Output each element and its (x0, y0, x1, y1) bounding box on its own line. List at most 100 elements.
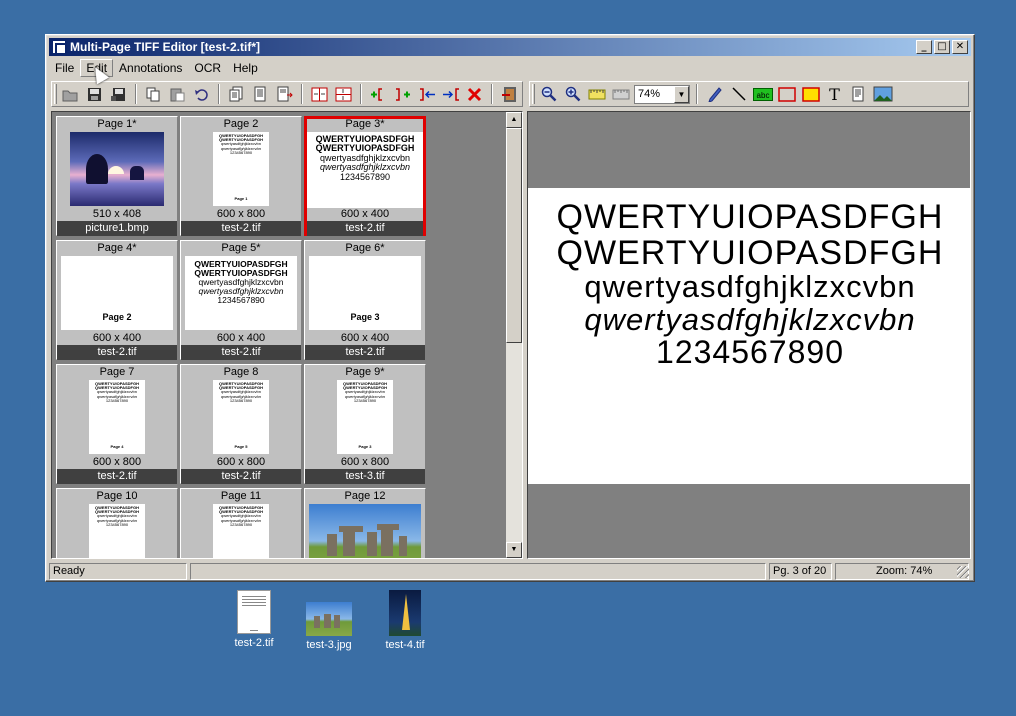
line-icon[interactable] (728, 84, 749, 105)
thumbnail-page-11[interactable]: Page 11 QWERTYUIOPASDFGH QWERTYUIOPASDFG… (180, 488, 302, 558)
thumbnail-page-6[interactable]: Page 6* Page 3 600 x 400 test-2.tif (304, 240, 426, 360)
thumbnail-dimensions: 600 x 800 (216, 456, 266, 468)
menu-help[interactable]: Help (227, 59, 264, 77)
page-text-line: qwertyasdfghjklzxcvbn (584, 269, 916, 305)
resize-grip[interactable] (957, 566, 969, 578)
thumbnail-filename: test-2.tif (181, 469, 301, 484)
desktop-icon-test-4[interactable]: test-4.tif (365, 590, 445, 651)
save-icon[interactable] (84, 84, 105, 105)
status-page: Pg. 3 of 20 (769, 563, 832, 580)
fit-width-icon[interactable] (610, 84, 631, 105)
thumbnail-page-12[interactable]: Page 12 (304, 488, 426, 558)
desktop-icon-label: test-2.tif (234, 637, 274, 649)
actual-size-icon[interactable] (586, 84, 607, 105)
status-bar: Ready Pg. 3 of 20 Zoom: 74% (49, 563, 971, 580)
filled-rectangle-icon[interactable] (800, 84, 821, 105)
text-box-icon[interactable]: abc (752, 84, 773, 105)
pen-icon[interactable] (704, 84, 725, 105)
exit-icon[interactable] (499, 84, 520, 105)
close-button[interactable]: ✕ (952, 40, 968, 54)
zoom-in-icon[interactable] (562, 84, 583, 105)
thumbnail-page-label: Page 1* (97, 118, 137, 130)
thumbnail-scrollbar[interactable]: ▲ ▼ (506, 112, 522, 558)
maximize-button[interactable]: □ (934, 40, 950, 54)
undo-icon[interactable] (191, 84, 212, 105)
page-text-line: QWERTYUIOPASDFGH (556, 233, 944, 272)
copy-icon[interactable] (143, 84, 164, 105)
title-bar[interactable]: Multi-Page TIFF Editor [test-2.tif*] _ □… (49, 38, 971, 56)
thumbnail-image: QWERTYUIOPASDFGH QWERTYUIOPASDFGH qwerty… (307, 132, 423, 208)
note-icon[interactable] (848, 84, 869, 105)
move-left-icon[interactable] (416, 84, 437, 105)
thumbnail-image (309, 504, 421, 558)
thumbnail-dimensions: 600 x 400 (340, 332, 390, 344)
thumbnail-page-9[interactable]: Page 9* QWERTYUIOPASDFGH QWERTYUIOPASDFG… (304, 364, 426, 484)
scroll-down-icon[interactable]: ▼ (506, 542, 522, 558)
page-text-line: 1234567890 (656, 334, 844, 371)
add-after-icon[interactable] (392, 84, 413, 105)
zoom-dropdown[interactable]: 74% ▼ (634, 84, 690, 104)
thumbnail-page-3-selected[interactable]: Page 3* QWERTYUIOPASDFGH QWERTYUIOPASDFG… (304, 116, 426, 236)
thumbnail-page-10[interactable]: Page 10 QWERTYUIOPASDFGH QWERTYUIOPASDFG… (56, 488, 178, 558)
minimize-button[interactable]: _ (916, 40, 932, 54)
desktop-icon-test-3[interactable]: test-3.jpg (289, 590, 369, 651)
chevron-down-icon[interactable]: ▼ (674, 85, 689, 103)
thumbnail-page-4[interactable]: Page 4* Page 2 600 x 400 test-2.tif (56, 240, 178, 360)
thumbnail-page-label: Page 4* (97, 242, 137, 254)
thumbnail-image: QWERTYUIOPASDFGH QWERTYUIOPASDFGH qwerty… (89, 504, 145, 558)
image-icon[interactable] (872, 84, 893, 105)
thumbnail-dimensions: 600 x 400 (92, 332, 142, 344)
thumbnail-page-8[interactable]: Page 8 QWERTYUIOPASDFGH QWERTYUIOPASDFGH… (180, 364, 302, 484)
thumbnail-page-5[interactable]: Page 5* QWERTYUIOPASDFGH QWERTYUIOPASDFG… (180, 240, 302, 360)
menu-annotations[interactable]: Annotations (113, 59, 188, 77)
rectangle-icon[interactable] (776, 84, 797, 105)
paste-icon[interactable] (167, 84, 188, 105)
delete-icon[interactable] (464, 84, 485, 105)
page-canvas[interactable]: QWERTYUIOPASDFGH QWERTYUIOPASDFGH qwerty… (528, 188, 970, 484)
toolbar-separator (135, 84, 137, 104)
thumbnail-page-2[interactable]: Page 2 QWERTYUIOPASDFGH QWERTYUIOPASDFGH… (180, 116, 302, 236)
toolbar-grip[interactable] (532, 84, 535, 104)
menu-bar: File Edit Annotations OCR Help (49, 58, 971, 77)
thumbnail-dimensions: 600 x 800 (340, 456, 390, 468)
desktop-icon-label: test-3.jpg (306, 639, 352, 651)
thumbnail-page-label: Page 12 (344, 490, 386, 502)
save-as-icon[interactable] (108, 84, 129, 105)
menu-file[interactable]: File (49, 59, 80, 77)
zoom-out-icon[interactable] (538, 84, 559, 105)
zoom-value: 74% (638, 88, 661, 100)
window-title: Multi-Page TIFF Editor [test-2.tif*] (70, 40, 260, 54)
export-page-icon[interactable] (274, 84, 295, 105)
split-horizontal-icon[interactable] (333, 84, 354, 105)
text-tool-icon[interactable]: T (824, 84, 845, 105)
thumbnail-filename: test-2.tif (181, 345, 301, 360)
toolbar-separator (218, 84, 220, 104)
thumbnail-page-7[interactable]: Page 7 QWERTYUIOPASDFGH QWERTYUIOPASDFGH… (56, 364, 178, 484)
page-viewer[interactable]: QWERTYUIOPASDFGH QWERTYUIOPASDFGH qwerty… (527, 111, 971, 559)
app-icon[interactable] (52, 40, 67, 54)
toolbar-grip[interactable] (54, 84, 57, 104)
split-vertical-icon[interactable] (309, 84, 330, 105)
open-icon[interactable] (60, 84, 81, 105)
desktop-icon-test-2[interactable]: test-2.tif (214, 590, 294, 649)
thumbnail-filename: picture1.bmp (57, 221, 177, 236)
scroll-up-icon[interactable]: ▲ (506, 112, 522, 128)
status-ready: Ready (49, 563, 187, 580)
scrollbar-thumb[interactable] (506, 128, 522, 343)
thumbnail-page-label: Page 8 (223, 366, 259, 378)
insert-pages-icon[interactable] (226, 84, 247, 105)
page-icon[interactable] (250, 84, 271, 105)
page-text-line: qwertyasdfghjklzxcvbn (584, 301, 916, 337)
thumbnail-pane[interactable]: Page 1* 510 x 408 picture1.bmp Page 2 QW… (51, 111, 523, 559)
thumbnail-image: QWERTYUIOPASDFGH QWERTYUIOPASDFGH qwerty… (89, 380, 145, 454)
jpg-file-icon (306, 602, 352, 636)
menu-ocr[interactable]: OCR (188, 59, 227, 77)
move-right-icon[interactable] (440, 84, 461, 105)
add-before-icon[interactable] (368, 84, 389, 105)
thumbnail-page-label: Page 9* (345, 366, 385, 378)
thumbnail-page-1[interactable]: Page 1* 510 x 408 picture1.bmp (56, 116, 178, 236)
desktop-icon-label: test-4.tif (385, 639, 425, 651)
thumbnail-image: Page 3 (309, 256, 421, 330)
thumbnail-image: QWERTYUIOPASDFGH QWERTYUIOPASDFGH qwerty… (185, 256, 297, 330)
thumbnail-filename: test-2.tif (181, 221, 301, 236)
